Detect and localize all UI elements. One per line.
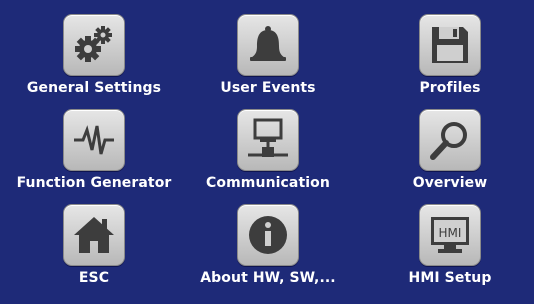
info-icon <box>237 204 299 266</box>
menu-item-general-settings[interactable]: General Settings <box>4 0 184 100</box>
menu-item-communication[interactable]: Communication <box>178 95 358 195</box>
hmi-icon-text: HMI <box>439 226 462 240</box>
menu-item-hmi-setup[interactable]: HMI HMI Setup <box>360 190 540 290</box>
menu-item-label: ESC <box>78 270 110 286</box>
waveform-icon <box>63 109 125 171</box>
menu-item-about[interactable]: About HW, SW,... <box>178 190 358 290</box>
menu-item-label: Communication <box>206 175 330 191</box>
menu-item-user-events[interactable]: User Events <box>178 0 358 100</box>
monitor-hmi-icon: HMI <box>419 204 481 266</box>
menu-item-label: User Events <box>220 80 316 96</box>
menu-item-label: Overview <box>412 175 488 191</box>
bell-icon <box>237 14 299 76</box>
magnifier-icon <box>419 109 481 171</box>
menu-item-overview[interactable]: Overview <box>360 95 540 195</box>
menu-screen: General Settings User Events Profiles Fu… <box>0 0 534 304</box>
menu-item-function-generator[interactable]: Function Generator <box>4 95 184 195</box>
menu-item-esc[interactable]: ESC <box>4 190 184 290</box>
menu-item-label: About HW, SW,... <box>200 270 336 286</box>
menu-item-profiles[interactable]: Profiles <box>360 0 540 100</box>
home-icon <box>63 204 125 266</box>
menu-grid: General Settings User Events Profiles Fu… <box>0 0 534 304</box>
floppy-disk-icon <box>419 14 481 76</box>
menu-item-label: HMI Setup <box>408 270 492 286</box>
menu-item-label: Profiles <box>419 80 481 96</box>
menu-item-label: Function Generator <box>16 175 172 191</box>
menu-item-label: General Settings <box>26 80 162 96</box>
gears-icon <box>63 14 125 76</box>
network-computer-icon <box>237 109 299 171</box>
